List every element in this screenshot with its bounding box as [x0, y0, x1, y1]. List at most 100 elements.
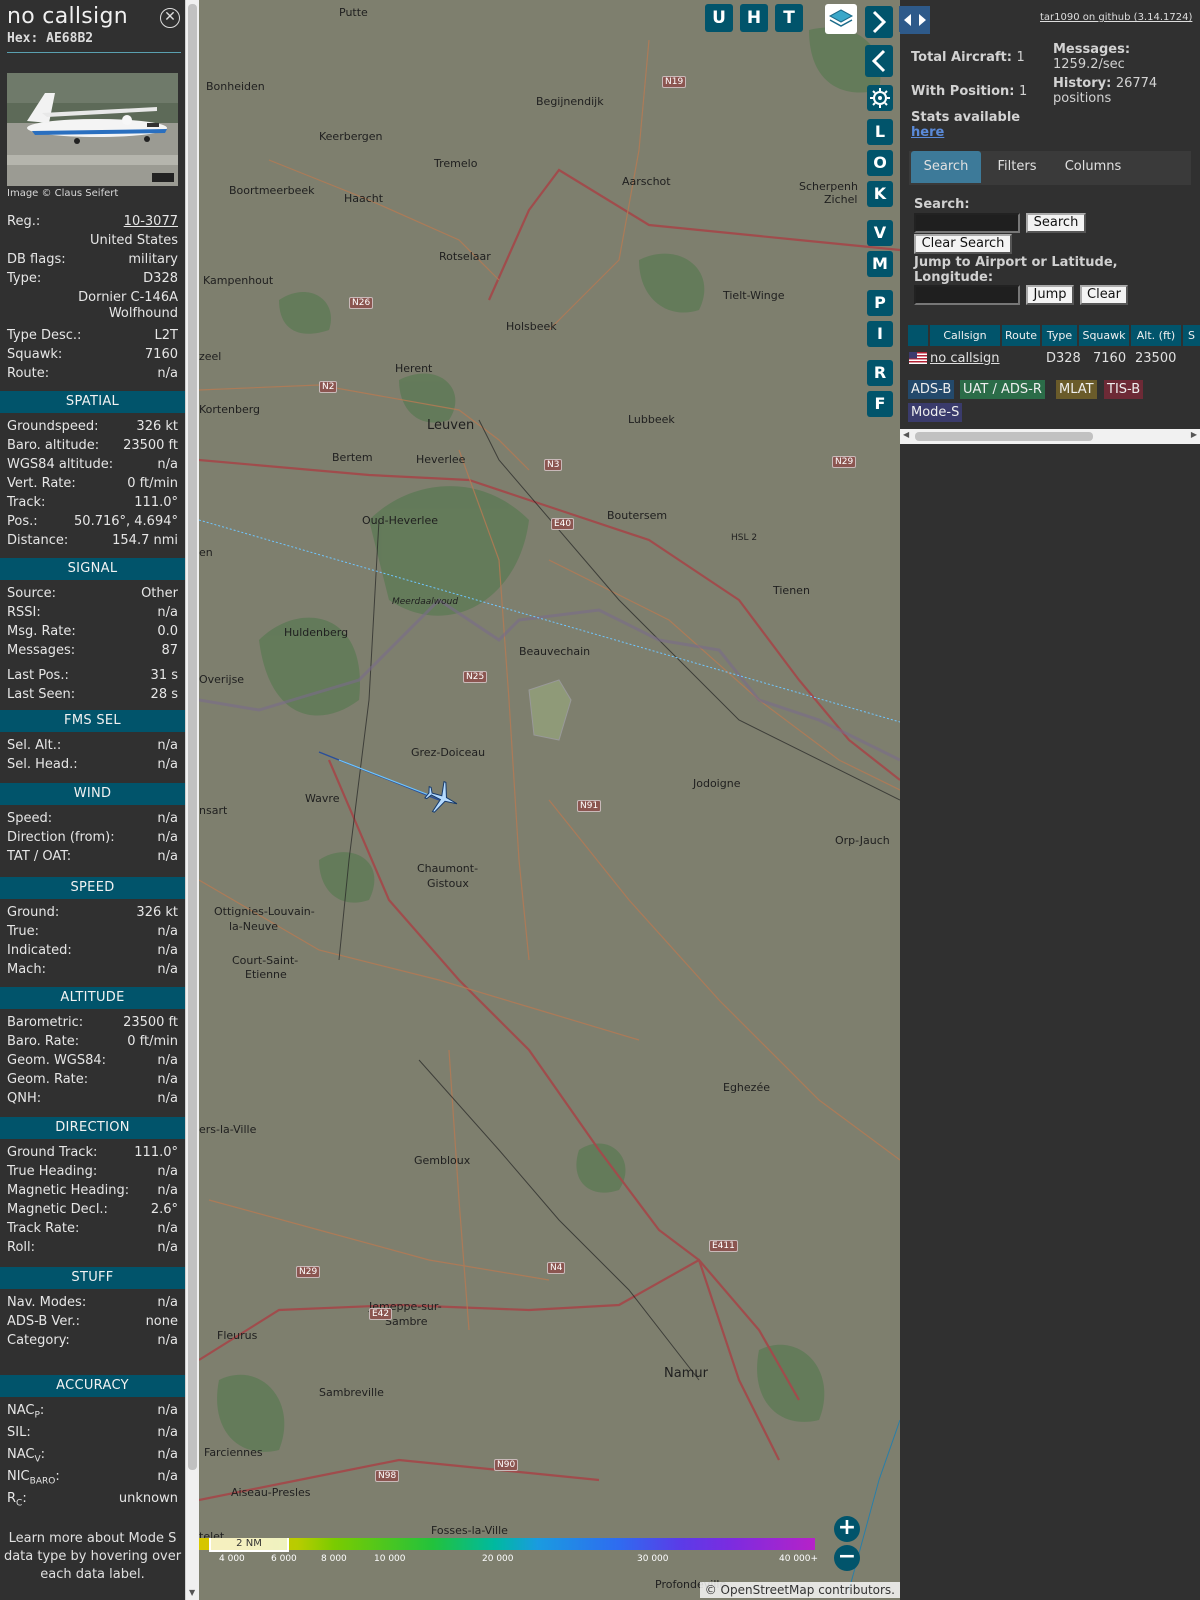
col-squawk[interactable]: Squawk	[1079, 325, 1129, 346]
place-label: Ottignies-Louvain-	[214, 905, 315, 918]
toolbar-t-button[interactable]: T	[775, 4, 803, 32]
map-r-button[interactable]: R	[867, 360, 893, 386]
label-text: SIL:	[7, 1425, 31, 1440]
table-horizontal-scrollbar[interactable]: ◀ ▶	[900, 429, 1200, 444]
close-icon[interactable]: ✕	[160, 8, 180, 28]
altitude-row: QNH: n/a	[7, 1091, 178, 1108]
tab-search[interactable]: Search	[911, 151, 981, 183]
scroll-down-icon[interactable]: ▼	[189, 1588, 195, 1597]
chevron-left-icon	[871, 49, 886, 73]
direction-row: Track Rate: n/a	[7, 1221, 178, 1238]
place-label: Orp-Jauch	[835, 834, 890, 847]
place-label: Chaumont-	[417, 862, 479, 875]
scroll-right-icon[interactable]: ▶	[1191, 430, 1197, 439]
scrollbar-thumb[interactable]	[188, 4, 197, 1470]
direction-row: Magnetic Decl.: 2.6°	[7, 1202, 178, 1219]
accuracy-value: n/a	[157, 1403, 178, 1418]
toolbar-u-button[interactable]: U	[705, 4, 733, 32]
back-button[interactable]	[865, 45, 893, 77]
stats-link[interactable]: here	[911, 125, 944, 140]
col-type[interactable]: Type	[1042, 325, 1077, 346]
map-p-button[interactable]: P	[867, 290, 893, 316]
clear-button[interactable]: Clear	[1080, 285, 1128, 305]
map-v-button[interactable]: V	[867, 220, 893, 246]
map-k-button[interactable]: K	[867, 181, 893, 207]
signal-value: Other	[141, 586, 178, 601]
road-label: N29	[296, 1266, 321, 1278]
altitude-label: Geom. Rate:	[7, 1072, 89, 1087]
signal-row: Source: Other	[7, 586, 178, 603]
history-value: 26774	[1115, 76, 1158, 91]
map[interactable]: Putte Bonheiden Begijnendijk Keerbergen Trem…	[199, 0, 900, 1600]
map-f-button[interactable]: F	[867, 391, 893, 417]
col-flag[interactable]	[908, 325, 928, 346]
direction-value: n/a	[157, 1183, 178, 1198]
map-i-button[interactable]: I	[867, 321, 893, 347]
altitude-label: QNH:	[7, 1091, 42, 1106]
collapse-button[interactable]	[900, 6, 930, 34]
label-text: NIC	[7, 1469, 30, 1484]
jump-button[interactable]: Jump	[1026, 285, 1074, 305]
accuracy-row: NACV: n/a	[7, 1447, 178, 1465]
place-label: Rotselaar	[439, 250, 491, 263]
spatial-value: 111.0°	[134, 495, 178, 510]
map-o-button[interactable]: O	[867, 150, 893, 176]
section-header-altitude: ALTITUDE	[0, 987, 185, 1009]
altitude-value: 0 ft/min	[127, 1034, 178, 1049]
tab-filters[interactable]: Filters	[985, 151, 1049, 183]
label-text: R	[7, 1491, 17, 1506]
direction-value: 111.0°	[134, 1145, 178, 1160]
dbflags-value: military	[128, 252, 178, 267]
osm-link[interactable]: OpenStreetMap	[721, 1583, 815, 1597]
wind-label: TAT / OAT:	[7, 849, 72, 864]
reg-link[interactable]: 10-3077	[124, 214, 178, 229]
place-label: Overijse	[199, 673, 245, 686]
accuracy-value: unknown	[118, 1491, 178, 1506]
col-route[interactable]: Route	[1002, 325, 1040, 346]
stuff-row: ADS-B Ver.: none	[7, 1314, 178, 1331]
zoom-in-button[interactable]: +	[834, 1516, 860, 1542]
col-callsign[interactable]: Callsign	[930, 325, 1000, 346]
settings-button[interactable]	[867, 85, 893, 111]
layers-button[interactable]	[825, 4, 857, 34]
hscroll-thumb[interactable]	[915, 432, 1093, 441]
speed-label: True:	[7, 924, 39, 939]
chevron-right-icon	[872, 10, 887, 34]
toolbar-h-button[interactable]: H	[740, 4, 768, 32]
clear-search-button[interactable]: Clear Search	[914, 234, 1012, 254]
github-link[interactable]: tar1090 on github (3.14.1724)	[1040, 12, 1192, 23]
aircraft-photo[interactable]	[7, 73, 178, 186]
spatial-value: 154.7 nmi	[112, 533, 178, 548]
road-label: N2	[319, 381, 338, 393]
total-label: Total Aircraft:	[911, 50, 1012, 65]
fms-row: Sel. Head.: n/a	[7, 757, 178, 774]
total-aircraft: Total Aircraft: 1	[911, 50, 1025, 65]
forward-button[interactable]	[865, 6, 893, 38]
map-m-button[interactable]: M	[867, 251, 893, 277]
spatial-label: Pos.:	[7, 514, 38, 529]
stuff-value: none	[145, 1314, 178, 1329]
altitude-gradient	[199, 1538, 815, 1550]
map-l-button[interactable]: L	[867, 119, 893, 145]
row-callsign[interactable]: no callsign	[930, 349, 1000, 368]
tab-columns[interactable]: Columns	[1053, 151, 1133, 183]
wind-value: n/a	[157, 849, 178, 864]
place-label: Wavre	[305, 792, 340, 805]
direction-value: n/a	[157, 1164, 178, 1179]
source-badge-mlat: MLAT	[1056, 380, 1097, 399]
route-label: Route:	[7, 366, 50, 381]
search-input[interactable]	[914, 213, 1020, 233]
signal-value: 28 s	[150, 687, 178, 702]
direction-label: Track Rate:	[7, 1221, 80, 1236]
row-altitude: 23500	[1135, 351, 1177, 366]
attribution-prefix: ©	[704, 1583, 717, 1597]
col-altitude[interactable]: Alt. (ft)	[1131, 325, 1181, 346]
aircraft-icon[interactable]	[424, 780, 460, 816]
source-badge-mode-s: Mode-S	[908, 403, 963, 422]
total-value: 1	[1016, 50, 1025, 65]
col-s[interactable]: S	[1183, 325, 1200, 346]
sidebar-scrollbar[interactable]: ▲ ▼	[185, 0, 199, 1600]
jump-input[interactable]	[914, 285, 1020, 305]
scroll-left-icon[interactable]: ◀	[903, 430, 909, 439]
search-button[interactable]: Search	[1026, 213, 1086, 233]
